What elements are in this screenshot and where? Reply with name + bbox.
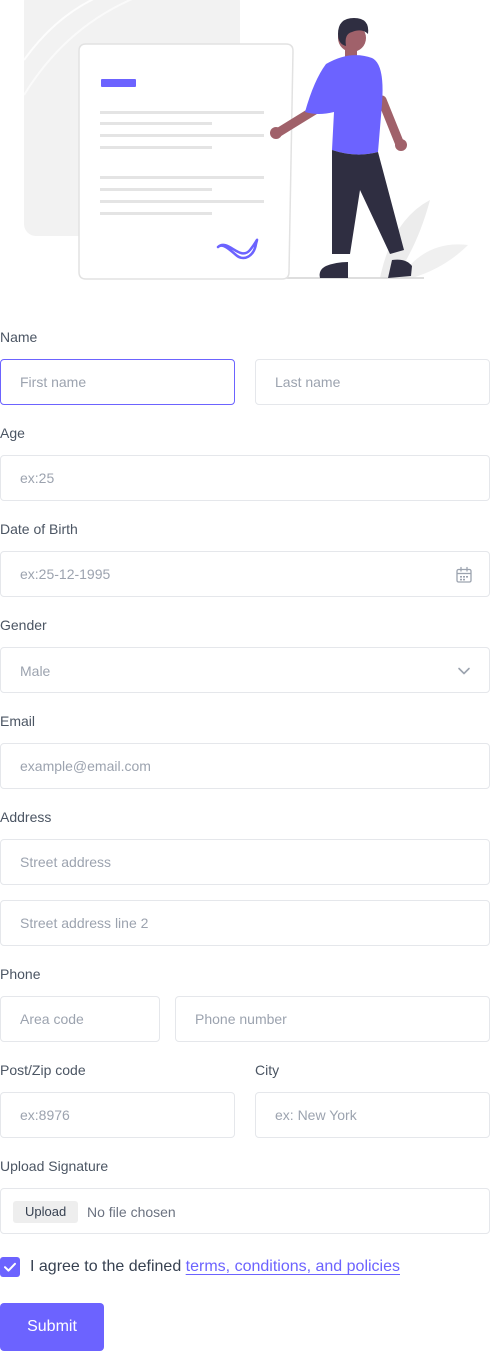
address-label: Address	[0, 809, 52, 825]
phone-number-field[interactable]	[175, 996, 490, 1042]
city-field[interactable]	[255, 1092, 490, 1138]
gender-label: Gender	[0, 617, 47, 633]
email-label: Email	[0, 713, 36, 729]
dob-input[interactable]	[1, 552, 489, 596]
email-field[interactable]	[0, 743, 490, 789]
signature-file-field[interactable]: Upload No file chosen	[0, 1188, 490, 1234]
phone-number-input[interactable]	[176, 997, 489, 1041]
street-address-field[interactable]	[0, 839, 490, 885]
upload-button[interactable]: Upload	[13, 1201, 79, 1223]
last-name-field[interactable]	[255, 359, 490, 405]
agree-checkbox[interactable]	[0, 1257, 20, 1277]
first-name-input[interactable]	[1, 360, 234, 404]
age-field[interactable]	[0, 455, 490, 501]
phone-label: Phone	[0, 966, 41, 982]
submit-button[interactable]: Submit	[0, 1303, 104, 1351]
street-address-input[interactable]	[1, 840, 489, 884]
file-status-text: No file chosen	[87, 1204, 176, 1220]
calendar-icon[interactable]	[455, 566, 473, 584]
check-icon	[4, 1262, 16, 1272]
zip-field[interactable]	[0, 1092, 235, 1138]
city-input[interactable]	[256, 1093, 489, 1137]
upload-signature-label: Upload Signature	[0, 1158, 109, 1174]
city-label: City	[255, 1062, 280, 1078]
name-label: Name	[0, 329, 38, 345]
agree-text: I agree to the defined terms, conditions…	[30, 1257, 400, 1277]
gender-select[interactable]: Male	[0, 647, 490, 693]
area-code-field[interactable]	[0, 996, 160, 1042]
dob-label: Date of Birth	[0, 521, 78, 537]
dob-field[interactable]	[0, 551, 490, 597]
last-name-input[interactable]	[256, 360, 489, 404]
gender-selected-value: Male	[20, 663, 51, 679]
document-heading-bar	[101, 79, 136, 87]
area-code-input[interactable]	[1, 997, 159, 1041]
zip-label: Post/Zip code	[0, 1062, 86, 1078]
street-address-line2-input[interactable]	[1, 901, 489, 945]
age-input[interactable]	[1, 456, 489, 500]
email-input[interactable]	[1, 744, 489, 788]
terms-link[interactable]: terms, conditions, and policies	[186, 1258, 400, 1275]
hero-illustration	[23, 0, 468, 280]
chevron-down-icon	[458, 667, 470, 675]
street-address-line2-field[interactable]	[0, 900, 490, 946]
age-label: Age	[0, 425, 25, 441]
zip-input[interactable]	[1, 1093, 234, 1137]
first-name-field[interactable]	[0, 359, 235, 405]
agree-text-prefix: I agree to the defined	[30, 1258, 186, 1275]
